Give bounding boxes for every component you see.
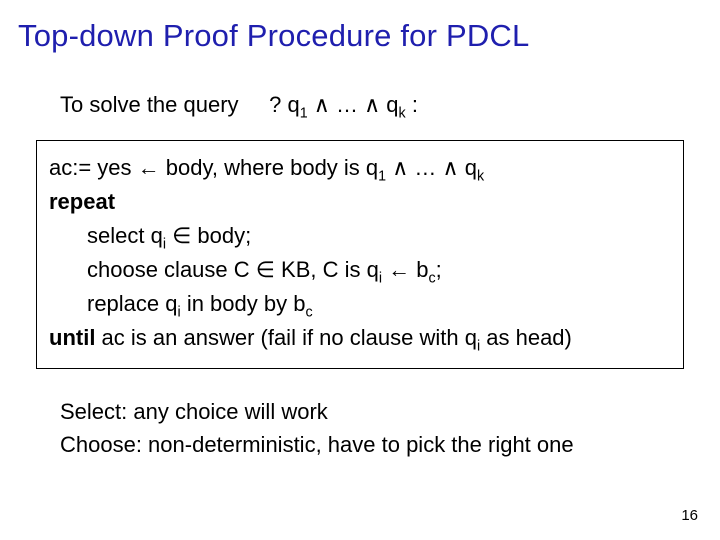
algo-repeat: repeat <box>49 185 671 219</box>
note-select: Select: any choice will work <box>60 395 720 428</box>
query-formula: ? q1 ∧ … ∧ qk : <box>269 92 418 117</box>
algo-step-replace: replace qi in body by bc <box>49 287 671 321</box>
query-line: To solve the query ? q1 ∧ … ∧ qk : <box>0 54 720 118</box>
algo-line-init: ac:= yes ← body, where body is q1 ∧ … ∧ … <box>49 151 671 185</box>
algo-step-choose: choose clause C ∈ KB, C is qi ← bc; <box>49 253 671 287</box>
slide: Top-down Proof Procedure for PDCL To sol… <box>0 0 720 540</box>
slide-title: Top-down Proof Procedure for PDCL <box>0 0 720 54</box>
algo-step-select: select qi ∈ body; <box>49 219 671 253</box>
notes-block: Select: any choice will work Choose: non… <box>0 369 720 461</box>
algo-until: until ac is an answer (fail if no clause… <box>49 321 671 355</box>
page-number: 16 <box>681 507 698 524</box>
note-choose: Choose: non-deterministic, have to pick … <box>60 428 720 461</box>
algorithm-box: ac:= yes ← body, where body is q1 ∧ … ∧ … <box>36 140 684 369</box>
query-label: To solve the query <box>60 92 239 117</box>
